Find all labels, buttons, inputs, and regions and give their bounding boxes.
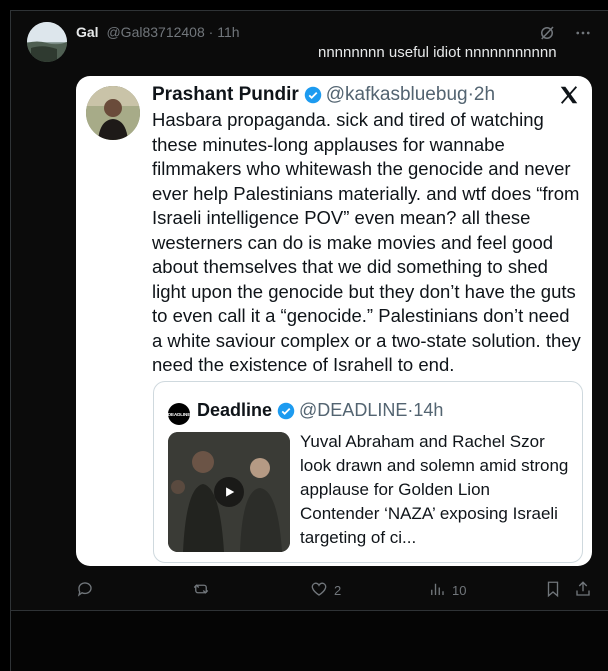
- play-icon[interactable]: [214, 477, 244, 507]
- views-button[interactable]: 10: [428, 580, 466, 601]
- separator-dot: ·: [208, 24, 214, 40]
- video-thumbnail[interactable]: [168, 432, 290, 552]
- next-post-area: [10, 611, 608, 671]
- quote-author-avatar[interactable]: [86, 86, 140, 140]
- grok-icon[interactable]: [536, 22, 558, 44]
- deadline-logo[interactable]: DEADLINE: [168, 403, 190, 425]
- quoted-post-card[interactable]: Prashant Pundir @kafkasbluebug · 2h Hasb…: [76, 76, 592, 566]
- views-count: 10: [452, 583, 467, 598]
- post-header: Gal @Gal83712408 · 11h: [76, 24, 240, 40]
- post-top-actions: [536, 22, 594, 44]
- quote-header: Prashant Pundir @kafkasbluebug · 2h: [152, 84, 495, 106]
- quote-author-name[interactable]: Prashant Pundir: [152, 84, 299, 106]
- post-time[interactable]: 11h: [217, 24, 239, 40]
- nested-quote-header: Deadline @DEADLINE · 14h: [197, 400, 443, 421]
- share-button[interactable]: [574, 580, 592, 601]
- author-name[interactable]: Gal: [76, 24, 99, 40]
- bookmark-button[interactable]: [544, 580, 562, 601]
- reply-button[interactable]: [76, 580, 100, 601]
- views-icon: [428, 580, 446, 601]
- share-icon: [574, 580, 592, 601]
- like-icon: [310, 580, 328, 601]
- like-count: 2: [334, 583, 342, 598]
- repost-icon: [192, 580, 210, 601]
- reply-icon: [76, 580, 94, 601]
- nested-author-handle[interactable]: @DEADLINE: [299, 400, 407, 421]
- nested-quote-text: Yuval Abraham and Rachel Szor look drawn…: [300, 432, 569, 547]
- repost-button[interactable]: [192, 580, 216, 601]
- x-logo-icon: [558, 84, 580, 106]
- verified-badge-icon: [277, 402, 295, 420]
- author-avatar[interactable]: [27, 22, 67, 62]
- quote-time[interactable]: 2h: [474, 84, 495, 106]
- quote-body-text: Hasbara propaganda. sick and tired of wa…: [152, 109, 581, 375]
- more-icon[interactable]: [572, 22, 594, 44]
- verified-badge-icon: [304, 86, 322, 104]
- nested-author-name[interactable]: Deadline: [197, 400, 272, 421]
- bookmark-icon: [544, 580, 562, 601]
- nested-time[interactable]: 14h: [413, 400, 443, 421]
- quote-author-handle[interactable]: @kafkasbluebug: [326, 84, 468, 106]
- post-actions: 2 10: [76, 580, 596, 602]
- author-handle[interactable]: @Gal83712408: [106, 24, 204, 40]
- like-button[interactable]: 2: [310, 580, 341, 601]
- post-text: nnnnnnnn useful idiot nnnnnnnnnnn: [318, 44, 557, 61]
- nested-quote-card[interactable]: DEADLINE Deadline @DEADLINE · 14h Yuval …: [153, 381, 583, 563]
